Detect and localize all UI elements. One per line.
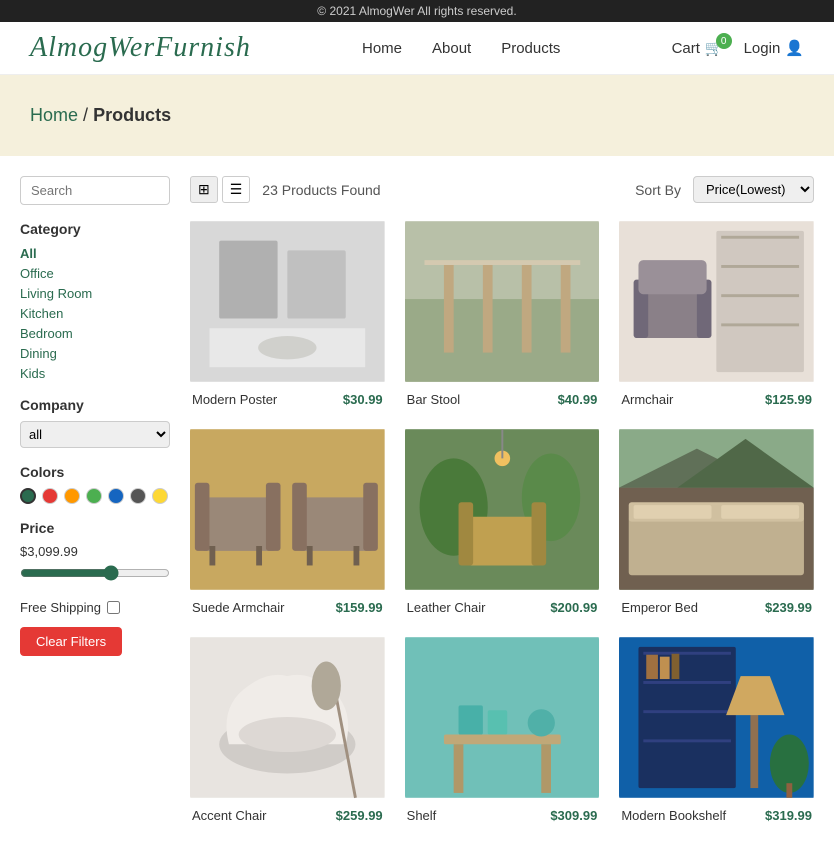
product-price: $259.99	[336, 808, 383, 823]
free-shipping-label: Free Shipping	[20, 600, 101, 615]
product-info: Suede Armchair $159.99	[190, 600, 385, 615]
product-name: Modern Bookshelf	[621, 808, 726, 823]
category-item-office[interactable]: Office	[20, 265, 170, 281]
product-card[interactable]: Modern Bookshelf $319.99	[619, 635, 814, 823]
category-item-all[interactable]: All	[20, 245, 170, 261]
price-section: Price $3,099.99	[20, 520, 170, 584]
free-shipping-container: Free Shipping	[20, 600, 170, 615]
product-info: Modern Bookshelf $319.99	[619, 808, 814, 823]
product-name: Emperor Bed	[621, 600, 698, 615]
login-button[interactable]: Login 👤	[744, 39, 804, 57]
colors-title: Colors	[20, 464, 170, 480]
product-card[interactable]: Emperor Bed $239.99	[619, 427, 814, 615]
breadcrumb-home[interactable]: Home	[30, 105, 78, 125]
product-name: Shelf	[407, 808, 437, 823]
product-name: Leather Chair	[407, 600, 486, 615]
product-card[interactable]: Shelf $309.99	[405, 635, 600, 823]
color-dot-blue[interactable]	[108, 488, 124, 504]
price-value: $3,099.99	[20, 544, 170, 559]
product-card[interactable]: Modern Poster $30.99	[190, 219, 385, 407]
product-info: Modern Poster $30.99	[190, 392, 385, 407]
price-title: Price	[20, 520, 170, 536]
product-price: $40.99	[558, 392, 598, 407]
product-name: Accent Chair	[192, 808, 266, 823]
product-price: $319.99	[765, 808, 812, 823]
product-card[interactable]: Leather Chair $200.99	[405, 427, 600, 615]
free-shipping-checkbox[interactable]	[107, 601, 120, 614]
category-item-kids[interactable]: Kids	[20, 365, 170, 381]
color-dot-all[interactable]	[20, 488, 36, 504]
top-bar: © 2021 AlmogWer All rights reserved.	[0, 0, 834, 22]
category-item-dining[interactable]: Dining	[20, 345, 170, 361]
product-price: $159.99	[336, 600, 383, 615]
product-info: Armchair $125.99	[619, 392, 814, 407]
nav-about[interactable]: About	[432, 40, 471, 57]
product-card[interactable]: Suede Armchair $159.99	[190, 427, 385, 615]
product-price: $125.99	[765, 392, 812, 407]
price-slider[interactable]	[20, 565, 170, 581]
product-name: Armchair	[621, 392, 673, 407]
cart-button[interactable]: Cart 🛒 0	[672, 39, 724, 57]
color-dots	[20, 488, 170, 504]
breadcrumb: Home / Products	[30, 105, 804, 126]
color-dot-green[interactable]	[86, 488, 102, 504]
nav-home[interactable]: Home	[362, 40, 402, 57]
view-toggle: ⊞ ☰	[190, 176, 250, 203]
company-select[interactable]: all Company A Company B	[20, 421, 170, 448]
list-view-button[interactable]: ☰	[222, 176, 251, 203]
breadcrumb-separator: /	[83, 105, 88, 125]
product-card[interactable]: Bar Stool $40.99	[405, 219, 600, 407]
sort-select[interactable]: Price(Lowest) Price(Highest) Name(A-Z) N…	[693, 176, 814, 203]
main-layout: Category All Office Living Room Kitchen …	[0, 156, 834, 843]
category-item-bedroom[interactable]: Bedroom	[20, 325, 170, 341]
color-dot-orange[interactable]	[64, 488, 80, 504]
clear-filters-button[interactable]: Clear Filters	[20, 627, 122, 656]
product-info: Shelf $309.99	[405, 808, 600, 823]
breadcrumb-current: Products	[93, 105, 171, 125]
color-dot-red[interactable]	[42, 488, 58, 504]
product-price: $30.99	[343, 392, 383, 407]
product-info: Accent Chair $259.99	[190, 808, 385, 823]
breadcrumb-bar: Home / Products	[0, 75, 834, 156]
cart-label: Cart	[672, 40, 700, 57]
product-price: $309.99	[550, 808, 597, 823]
user-icon: 👤	[785, 39, 804, 57]
product-card[interactable]: Accent Chair $259.99	[190, 635, 385, 823]
company-title: Company	[20, 397, 170, 413]
product-info: Bar Stool $40.99	[405, 392, 600, 407]
color-dot-yellow[interactable]	[152, 488, 168, 504]
sort-label: Sort By	[635, 182, 681, 198]
header: AlmogWerFurnish Home About Products Cart…	[0, 22, 834, 75]
products-count: 23 Products Found	[262, 182, 623, 198]
product-info: Leather Chair $200.99	[405, 600, 600, 615]
search-input[interactable]	[20, 176, 170, 205]
category-item-livingroom[interactable]: Living Room	[20, 285, 170, 301]
products-area: ⊞ ☰ 23 Products Found Sort By Price(Lowe…	[190, 176, 814, 823]
sidebar: Category All Office Living Room Kitchen …	[20, 176, 170, 823]
product-name: Modern Poster	[192, 392, 277, 407]
products-grid: Modern Poster $30.99	[190, 219, 814, 823]
product-card[interactable]: Armchair $125.99	[619, 219, 814, 407]
category-title: Category	[20, 221, 170, 237]
colors-section: Colors	[20, 464, 170, 504]
top-bar-text: © 2021 AlmogWer All rights reserved.	[317, 4, 516, 18]
cart-count: 0	[716, 33, 732, 49]
product-price: $200.99	[550, 600, 597, 615]
logo: AlmogWerFurnish	[30, 32, 251, 64]
grid-view-button[interactable]: ⊞	[190, 176, 218, 203]
product-info: Emperor Bed $239.99	[619, 600, 814, 615]
nav-products[interactable]: Products	[501, 40, 560, 57]
login-label: Login	[744, 40, 781, 57]
color-dot-darkgray[interactable]	[130, 488, 146, 504]
main-nav: Home About Products	[362, 40, 560, 57]
products-toolbar: ⊞ ☰ 23 Products Found Sort By Price(Lowe…	[190, 176, 814, 203]
category-item-kitchen[interactable]: Kitchen	[20, 305, 170, 321]
header-actions: Cart 🛒 0 Login 👤	[672, 39, 804, 57]
category-list: All Office Living Room Kitchen Bedroom D…	[20, 245, 170, 381]
product-name: Bar Stool	[407, 392, 460, 407]
product-name: Suede Armchair	[192, 600, 285, 615]
product-price: $239.99	[765, 600, 812, 615]
